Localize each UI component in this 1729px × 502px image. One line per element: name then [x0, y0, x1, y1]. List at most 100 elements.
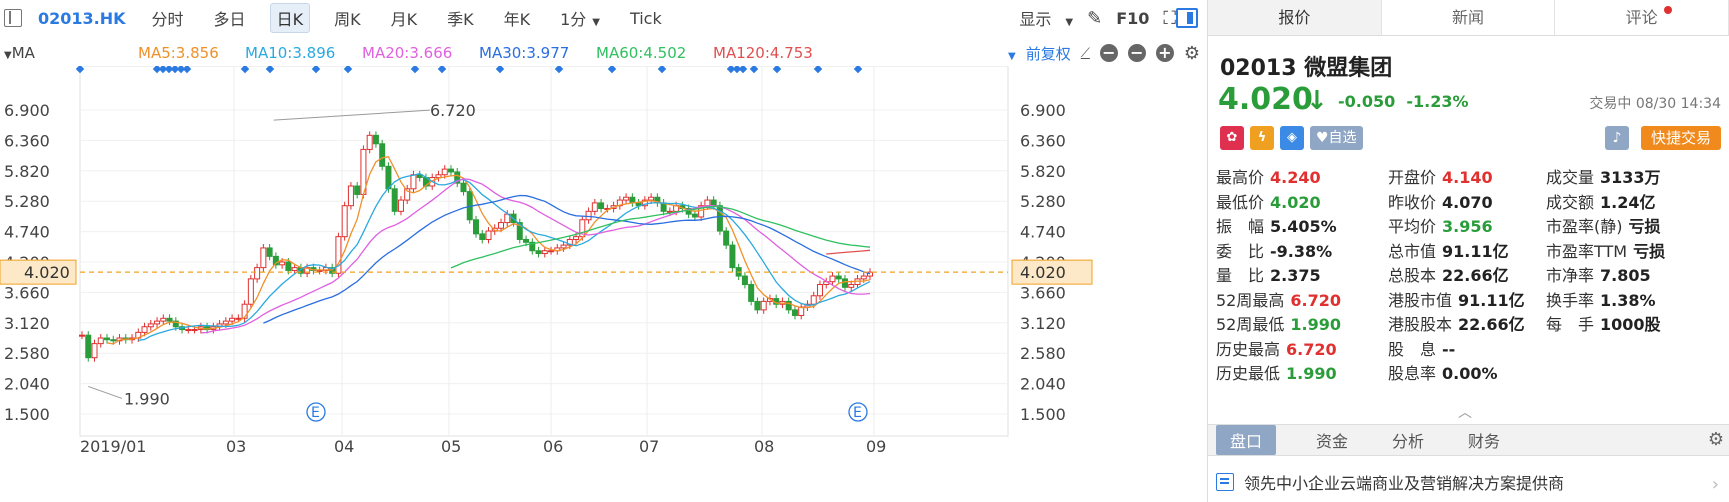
y-tick-label-right: 2.580 [1020, 344, 1066, 363]
candle-body [279, 261, 286, 266]
stat-value: 亏损 [1633, 241, 1666, 261]
stat-cell: 市净率 7.805 [1546, 262, 1718, 286]
y-tick-label-right: 5.820 [1020, 162, 1066, 181]
tab-capital[interactable]: 资金 [1316, 428, 1348, 452]
company-description[interactable]: 领先中小企业云端商业及营销解决方案提供商 [1216, 470, 1564, 494]
candle-body [222, 320, 229, 325]
zoom-in-icon[interactable]: + [1155, 44, 1174, 62]
stat-label: 历史最高 [1216, 339, 1281, 359]
candle-body [816, 284, 823, 297]
stat-cell: 52周最低 1.990 [1216, 311, 1388, 335]
stat-label: 最高价 [1216, 168, 1265, 188]
fast-trade-button[interactable]: 快捷交易 [1640, 126, 1721, 150]
y-tick-label-left: 6.360 [4, 131, 50, 150]
stat-label: 港股股本 [1388, 315, 1453, 335]
stats-row: 量 比 2.375 总股本 22.66亿 市净率 7.805 [1216, 262, 1726, 287]
candle-body [91, 343, 98, 359]
candle-body [648, 196, 655, 201]
panel-layout-icon[interactable] [4, 9, 22, 27]
candle-body [548, 250, 555, 253]
candle-body [691, 213, 698, 218]
sidebar-toggle-icon[interactable] [1176, 8, 1198, 28]
candle-body [85, 334, 92, 359]
candle-body [460, 182, 467, 193]
chevron-up-icon[interactable]: ︿ [1458, 402, 1472, 422]
ma120-value: MA120:4.753 [713, 44, 813, 62]
stat-value: -- [1442, 339, 1456, 359]
candle-body [441, 168, 448, 176]
arrow-down-icon: ↓ [1306, 86, 1328, 116]
period-tab-intraday[interactable]: 分时 [146, 4, 190, 32]
stat-cell: 每 手 1000股 [1546, 311, 1718, 335]
axis-settings-icon[interactable]: ⟋ [1081, 46, 1090, 61]
tab-analysis[interactable]: 分析 [1392, 428, 1424, 452]
period-tab-weekly[interactable]: 周K [328, 4, 367, 32]
current-price-label-right: 4.020 [1020, 263, 1066, 282]
tab-comments[interactable]: 评论 [1555, 0, 1729, 35]
period-tab-1min[interactable]: 1分 ▼ [554, 4, 606, 32]
period-tab-yearly[interactable]: 年K [498, 4, 537, 32]
stat-label: 振 幅 [1216, 217, 1265, 237]
fullscreen-icon[interactable]: ⛶ [1163, 8, 1176, 29]
candle-body [479, 233, 486, 240]
y-tick-label-left: 2.580 [4, 344, 50, 363]
f10-button[interactable]: F10 [1116, 9, 1149, 28]
stat-label: 52周最低 [1216, 315, 1285, 335]
event-diamond [772, 66, 782, 74]
ma5-value: MA5:3.856 [138, 44, 219, 62]
add-watchlist-button[interactable]: ♥自选 [1310, 126, 1363, 150]
stat-cell: 平均价 3.956 [1388, 213, 1546, 237]
ma-dropdown[interactable]: ▼MA [4, 44, 35, 62]
period-tab-monthly[interactable]: 月K [385, 4, 424, 32]
stat-value: 7.805 [1600, 266, 1651, 286]
candle-body [598, 202, 605, 210]
tab-orderbook[interactable]: 盘口 [1216, 425, 1277, 455]
stat-cell: 最高价 4.240 [1216, 164, 1388, 188]
stat-cell [1546, 338, 1718, 357]
tab-financials[interactable]: 财务 [1468, 428, 1500, 452]
candle-body [147, 323, 154, 328]
ma30-value: MA30:3.977 [479, 44, 570, 62]
period-tab-multiday[interactable]: 多日 [208, 4, 252, 32]
trading-status: 交易中 08/30 14:34 [1589, 96, 1721, 112]
candle-body [754, 300, 761, 311]
candle-body [260, 247, 267, 269]
stat-value: 3133万 [1600, 168, 1661, 188]
stock-name: 02013 微盟集团 [1220, 56, 1393, 81]
display-dropdown[interactable]: 显示 ▼ [1005, 6, 1073, 30]
tab-news[interactable]: 新闻 [1382, 0, 1556, 35]
period-tab-tick[interactable]: Tick [624, 7, 668, 30]
kline-chart[interactable]: 6.900 6.900 6.360 6.360 5.820 5.820 5.280 5.280… [0, 66, 1206, 502]
chart-controls: ▼ 前复权 ⟋ − − + ⚙ [988, 40, 1200, 66]
pen-icon[interactable]: ✎ [1087, 8, 1102, 29]
stat-cell: 市盈率TTM 亏损 [1546, 238, 1718, 262]
x-tick-label: 2019/01 [80, 437, 146, 456]
candle-body [354, 185, 361, 195]
lightning-icon: ϟ [1250, 126, 1274, 150]
price-change: -0.050 -1.23% [1338, 92, 1469, 111]
stat-value: 6.720 [1290, 290, 1341, 310]
bell-icon[interactable]: ♪ [1605, 126, 1629, 150]
candle-body [523, 238, 530, 243]
detail-tabs: 盘口 资金 分析 财务 ⚙ [1208, 424, 1729, 456]
period-tab-daily[interactable]: 日K [269, 3, 311, 33]
candle-body [410, 174, 417, 190]
stat-cell: 股 息 -- [1388, 336, 1546, 360]
zoom-out-icon[interactable]: − [1099, 44, 1118, 62]
candle-body [79, 334, 85, 337]
gear-icon[interactable]: ⚙ [1184, 43, 1200, 64]
stock-code[interactable]: 02013.HK [38, 9, 126, 28]
y-tick-label-left: 6.900 [4, 101, 50, 120]
quote-stats-grid: 最高价 4.240 开盘价 4.140 成交量 3133万 最低价 4.020 昨收价 4.070… [1216, 164, 1726, 385]
chevron-right-icon[interactable]: › [1712, 474, 1719, 495]
tab-quote[interactable]: 报价 [1208, 0, 1382, 35]
minus-icon[interactable]: − [1127, 44, 1146, 62]
candle-body [848, 284, 855, 288]
adjust-dropdown[interactable]: ▼ 前复权 [998, 43, 1071, 64]
stats-row: 历史最高 6.720 股 息 -- [1216, 336, 1726, 361]
stat-label: 每 手 [1546, 315, 1595, 335]
candle-body [704, 199, 711, 207]
event-e-label: E [311, 405, 320, 421]
period-tab-quarterly[interactable]: 季K [441, 4, 480, 32]
gear-icon[interactable]: ⚙ [1708, 429, 1724, 450]
